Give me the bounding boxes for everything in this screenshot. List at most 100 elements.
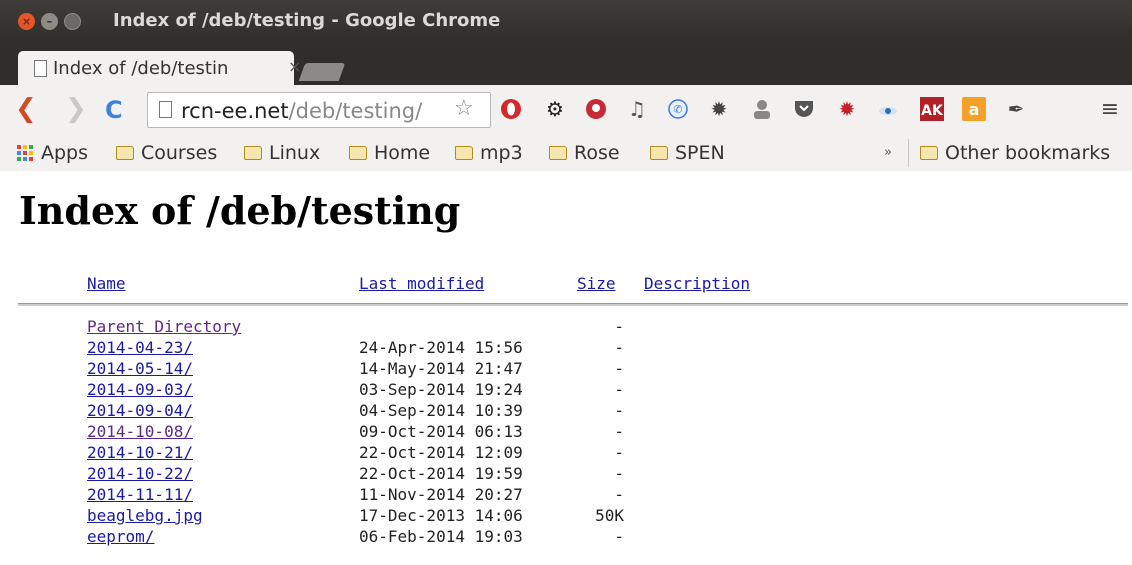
bookmark-label: Other bookmarks [945, 142, 1111, 164]
entry-link[interactable]: 2014-04-23/ [87, 338, 193, 357]
tab-active[interactable]: Index of /deb/testin × [18, 51, 301, 85]
entry-link[interactable]: 2014-09-04/ [87, 401, 193, 420]
url-host: rcn-ee.net [181, 99, 289, 123]
row-size: - [614, 401, 624, 420]
row-modified: 24-Apr-2014 15:56 [359, 338, 523, 357]
reload-icon[interactable]: C [105, 96, 123, 124]
ak-icon[interactable]: AK [918, 95, 946, 123]
gear-icon[interactable]: ⚙ [541, 95, 569, 123]
tab-close-button[interactable]: × [288, 57, 301, 76]
row-modified: 04-Sep-2014 10:39 [359, 401, 523, 420]
browser-window: × – Index of /deb/testing - Google Chrom… [0, 0, 1132, 565]
column-header-name[interactable]: Name [87, 274, 126, 293]
row-modified: 17-Dec-2013 14:06 [359, 506, 523, 525]
bug-icon[interactable]: ✹ [705, 95, 733, 123]
sort-description-link[interactable]: Description [644, 274, 750, 293]
folder-icon [116, 146, 134, 160]
bookmark-folder-home[interactable]: Home [349, 142, 430, 164]
column-header-description[interactable]: Description [644, 274, 750, 293]
page-title: Index of /deb/testing [19, 188, 461, 233]
row-modified: 14-May-2014 21:47 [359, 359, 523, 378]
url-path: /deb/testing/ [288, 99, 423, 123]
page-info-icon[interactable] [159, 101, 172, 118]
music-note-icon[interactable]: ♫ [623, 95, 651, 123]
entry-link[interactable]: 2014-10-21/ [87, 443, 193, 462]
pocket-shield-icon[interactable] [790, 95, 818, 123]
new-tab-button[interactable] [298, 63, 346, 81]
folder-icon [349, 146, 367, 160]
row-modified: 06-Feb-2014 19:03 [359, 527, 523, 546]
row-size: - [614, 464, 624, 483]
back-icon[interactable]: ❮ [15, 94, 37, 124]
bookmark-folder-courses[interactable]: Courses [116, 142, 217, 164]
bookmark-label: Apps [41, 142, 89, 164]
row-size: - [614, 485, 624, 504]
folder-icon [549, 146, 567, 160]
entry-link[interactable]: eeprom/ [87, 527, 154, 546]
phone-icon[interactable]: ✆ [664, 95, 692, 123]
window-close-button[interactable]: × [18, 13, 35, 30]
column-header-modified[interactable]: Last modified [359, 274, 484, 293]
column-header-size[interactable]: Size [577, 274, 616, 293]
bookmark-folder-other[interactable]: Other bookmarks [920, 142, 1110, 164]
apps-icon [17, 145, 33, 161]
svg-text:a: a [969, 100, 980, 119]
pen-icon[interactable]: ✒ [1002, 95, 1030, 123]
row-size: 50K [595, 506, 624, 525]
bookmarks-overflow-icon[interactable]: » [884, 145, 892, 160]
row-size: - [614, 527, 624, 546]
row-modified: 09-Oct-2014 06:13 [359, 422, 523, 441]
entry-link[interactable]: 2014-11-11/ [87, 485, 193, 504]
bookmark-folder-rose[interactable]: Rose [549, 142, 620, 164]
row-size: - [614, 380, 624, 399]
bookmark-apps[interactable]: Apps [17, 142, 88, 164]
chrome-menu-icon[interactable]: ≡ [1096, 95, 1124, 123]
tab-strip: Index of /deb/testin × [0, 44, 1132, 85]
entry-link[interactable]: beaglebg.jpg [87, 506, 203, 525]
row-size: - [614, 338, 624, 357]
bookmark-label: mp3 [480, 142, 523, 164]
eye-icon[interactable] [874, 95, 902, 123]
bookmark-star-icon[interactable]: ☆ [454, 96, 474, 121]
window-title: Index of /deb/testing - Google Chrome [113, 10, 501, 31]
folder-icon [244, 146, 262, 160]
red-gear-icon[interactable]: ✹ [833, 95, 861, 123]
bookmark-folder-linux[interactable]: Linux [244, 142, 320, 164]
row-size: - [614, 422, 624, 441]
header-divider [18, 303, 1128, 306]
url-text[interactable]: rcn-ee.net/deb/testing/ [181, 99, 422, 123]
svg-text:✆: ✆ [673, 103, 682, 116]
entry-link[interactable]: 2014-05-14/ [87, 359, 193, 378]
amazon-icon[interactable]: a [960, 95, 988, 123]
folder-icon [920, 146, 938, 160]
sort-name-link[interactable]: Name [87, 274, 126, 293]
sort-modified-link[interactable]: Last modified [359, 274, 484, 293]
entry-link[interactable]: 2014-10-22/ [87, 464, 193, 483]
bookmark-folder-spen[interactable]: SPEN [650, 142, 725, 164]
parent-directory-link[interactable]: Parent Directory [87, 317, 241, 336]
pocket-red-icon[interactable] [582, 95, 610, 123]
bookmark-label: Courses [141, 142, 218, 164]
bookmarks-divider [908, 139, 909, 167]
row-modified: 11-Nov-2014 20:27 [359, 485, 523, 504]
bookmark-label: Linux [269, 142, 321, 164]
forward-icon[interactable]: ❯ [65, 94, 87, 124]
folder-icon [455, 146, 473, 160]
bookmarks-bar: Apps Courses Linux Home mp3 Rose SPEN » … [0, 135, 1132, 172]
folder-icon [650, 146, 668, 160]
address-bar[interactable]: rcn-ee.net/deb/testing/ ☆ [147, 92, 491, 128]
row-size: - [614, 359, 624, 378]
entry-link[interactable]: 2014-10-08/ [87, 422, 193, 441]
row-modified: 03-Sep-2014 19:24 [359, 380, 523, 399]
window-minimize-button[interactable]: – [41, 13, 58, 30]
page-content: Index of /deb/testing Name Last modified… [0, 171, 1132, 565]
bookmark-folder-mp3[interactable]: mp3 [455, 142, 523, 164]
entry-link[interactable]: 2014-09-03/ [87, 380, 193, 399]
person-icon[interactable] [748, 95, 776, 123]
title-bar: × – Index of /deb/testing - Google Chrom… [0, 0, 1132, 44]
page-icon [34, 60, 47, 77]
svg-text:AK: AK [921, 103, 944, 119]
window-maximize-button[interactable] [64, 13, 81, 30]
sort-size-link[interactable]: Size [577, 274, 616, 293]
opera-icon[interactable] [497, 95, 525, 123]
